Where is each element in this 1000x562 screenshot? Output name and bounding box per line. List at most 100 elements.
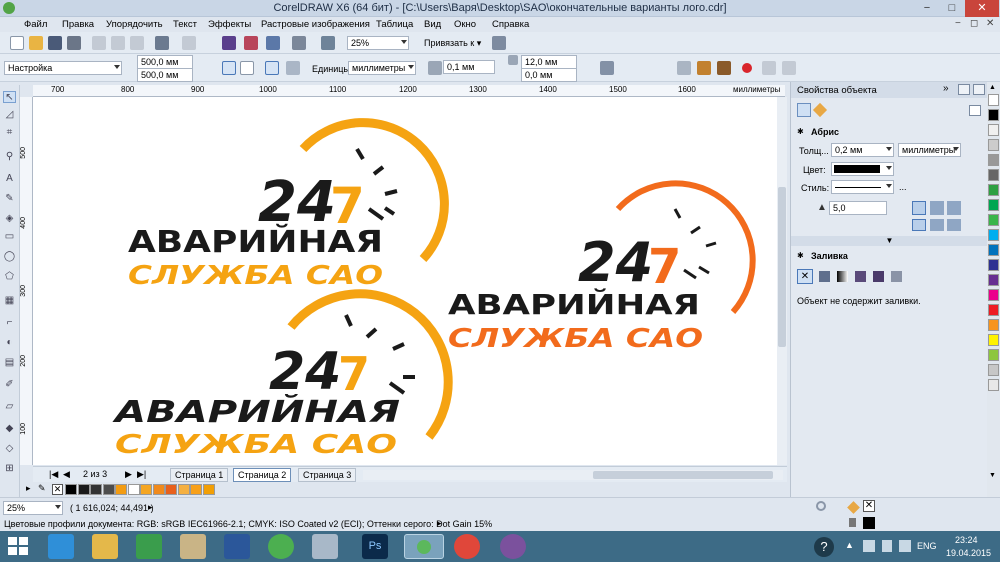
- cap-square-icon[interactable]: [912, 219, 926, 231]
- docker-close-button[interactable]: [973, 84, 985, 95]
- palette-arrow-icon[interactable]: ▸: [26, 483, 31, 494]
- print-icon[interactable]: [67, 36, 81, 50]
- import-icon[interactable]: [222, 36, 236, 50]
- duplicate-y-field[interactable]: 0,0 мм: [521, 68, 577, 82]
- logo-variant-2[interactable]: 24 7 АВАРИЙНАЯ СЛУЖБА САО: [448, 180, 756, 354]
- zoom-level-field[interactable]: 25%: [347, 36, 409, 50]
- redo-icon[interactable]: [182, 36, 196, 50]
- shape-tool-icon[interactable]: ◿: [3, 109, 16, 121]
- power-icon[interactable]: [882, 540, 892, 552]
- palette-swatch[interactable]: [988, 94, 999, 106]
- palette-swatch[interactable]: [190, 484, 202, 495]
- current-page-icon[interactable]: [286, 61, 300, 75]
- crop-tool-icon[interactable]: ⌗: [3, 127, 16, 139]
- palette-swatch[interactable]: [988, 184, 999, 196]
- page-height-field[interactable]: 500,0 мм: [137, 68, 193, 82]
- fill-none-swatch[interactable]: ✕: [863, 500, 875, 512]
- palette-swatch[interactable]: [988, 304, 999, 316]
- status-zoom-dropdown[interactable]: 25%: [3, 501, 63, 515]
- palette-swatch[interactable]: [165, 484, 177, 495]
- units-dropdown[interactable]: миллиметры: [348, 61, 416, 75]
- corner-round-icon[interactable]: [930, 201, 944, 215]
- palette-swatch[interactable]: [988, 319, 999, 331]
- maximize-button[interactable]: □: [940, 0, 964, 17]
- paste-icon[interactable]: [130, 36, 144, 50]
- collapse-icon[interactable]: ✱: [797, 251, 804, 260]
- palette-swatch[interactable]: [65, 484, 77, 495]
- palette-swatch[interactable]: [90, 484, 102, 495]
- nudge-distance-field[interactable]: 0,1 мм: [443, 60, 495, 74]
- tab-page-2[interactable]: Страница 2: [233, 468, 292, 482]
- cap-round-icon[interactable]: [930, 219, 944, 231]
- macro-manager-icon[interactable]: [717, 61, 731, 75]
- copy-icon[interactable]: [111, 36, 125, 50]
- calculator-icon[interactable]: [312, 534, 338, 559]
- palette-swatch[interactable]: [988, 259, 999, 271]
- palette-swatch[interactable]: [140, 484, 152, 495]
- cut-icon[interactable]: [92, 36, 106, 50]
- page-preset-dropdown[interactable]: Настройка: [4, 61, 122, 75]
- palette-swatch[interactable]: [988, 154, 999, 166]
- logo-variant-1[interactable]: 24 7 АВАРИЙНАЯ СЛУЖБА САО: [128, 118, 449, 291]
- store-icon[interactable]: [136, 534, 162, 559]
- export-icon[interactable]: [244, 36, 258, 50]
- palette-swatch[interactable]: [77, 484, 90, 495]
- paint-icon[interactable]: [180, 534, 206, 559]
- palette-swatch[interactable]: [988, 139, 999, 151]
- drawing-canvas[interactable]: 24 7 АВАРИЙНАЯ СЛУЖБА САО 24 7 АВАРИЙНАЯ…: [33, 97, 777, 465]
- scroll-thumb[interactable]: [593, 471, 773, 479]
- text-tool-icon[interactable]: A: [3, 173, 16, 185]
- menu-effects[interactable]: Эффекты: [208, 19, 251, 30]
- save-icon[interactable]: [48, 36, 62, 50]
- network-icon[interactable]: [863, 540, 875, 552]
- internet-explorer-icon[interactable]: [48, 534, 74, 559]
- play-macro-icon[interactable]: [677, 61, 691, 75]
- freehand-tool-icon[interactable]: ✎: [3, 193, 16, 205]
- last-page-button[interactable]: ▶|: [137, 469, 146, 480]
- menu-window[interactable]: Окно: [454, 19, 476, 30]
- logo-artwork[interactable]: 24 7 АВАРИЙНАЯ СЛУЖБА САО 24 7 АВАРИЙНАЯ…: [33, 97, 777, 465]
- clock-date[interactable]: 19.04.2015: [946, 548, 991, 558]
- palette-swatch[interactable]: [177, 484, 190, 495]
- prev-page-button[interactable]: ◀: [63, 469, 70, 480]
- menu-file[interactable]: Файл: [24, 19, 47, 30]
- photoshop-icon[interactable]: Ps: [362, 534, 388, 559]
- expand-outline-button[interactable]: ▼: [791, 236, 988, 246]
- corner-bevel-icon[interactable]: [947, 201, 961, 215]
- texture-fill-icon[interactable]: [873, 271, 884, 282]
- horizontal-scrollbar[interactable]: [363, 470, 783, 480]
- file-explorer-icon[interactable]: [92, 534, 118, 559]
- docker-expand-icon[interactable]: »: [943, 83, 949, 94]
- volume-icon[interactable]: [899, 540, 911, 552]
- new-document-icon[interactable]: [10, 36, 24, 50]
- pick-tool-icon[interactable]: ↖: [3, 91, 16, 103]
- eyedropper-icon[interactable]: ✎: [38, 483, 46, 494]
- tab-page-3[interactable]: Страница 3: [298, 468, 357, 482]
- palette-swatch[interactable]: [988, 379, 999, 391]
- outline-units-dropdown[interactable]: миллиметры: [898, 143, 961, 157]
- polygon-tool-icon[interactable]: ⬠: [3, 271, 16, 283]
- postscript-fill-icon[interactable]: [891, 271, 902, 282]
- palette-swatch[interactable]: [988, 199, 999, 211]
- corner-miter-icon[interactable]: [912, 201, 926, 215]
- menu-help[interactable]: Справка: [492, 19, 529, 30]
- outline-thickness-field[interactable]: 0,2 мм: [831, 143, 894, 157]
- portrait-icon[interactable]: [222, 61, 236, 75]
- mesh-fill-icon[interactable]: ⊞: [3, 463, 16, 475]
- landscape-icon[interactable]: [240, 61, 254, 75]
- palette-swatch[interactable]: [115, 484, 127, 495]
- palette-swatch[interactable]: [988, 244, 999, 256]
- open-icon[interactable]: [29, 36, 43, 50]
- style-more-button[interactable]: ...: [899, 182, 907, 192]
- profiles-arrow-icon[interactable]: ▸: [437, 518, 442, 529]
- eyedropper-tool-icon[interactable]: ✐: [3, 379, 16, 391]
- viber-icon[interactable]: [500, 534, 526, 559]
- chrome-icon[interactable]: [454, 534, 480, 559]
- cap-extended-icon[interactable]: [947, 219, 961, 231]
- palette-swatch[interactable]: [988, 334, 999, 346]
- palette-swatch[interactable]: [988, 274, 999, 286]
- palette-swatch[interactable]: [988, 109, 999, 121]
- outline-tab-icon[interactable]: [797, 103, 811, 117]
- outline-color-picker[interactable]: [831, 162, 894, 176]
- uniform-fill-icon[interactable]: [819, 271, 830, 282]
